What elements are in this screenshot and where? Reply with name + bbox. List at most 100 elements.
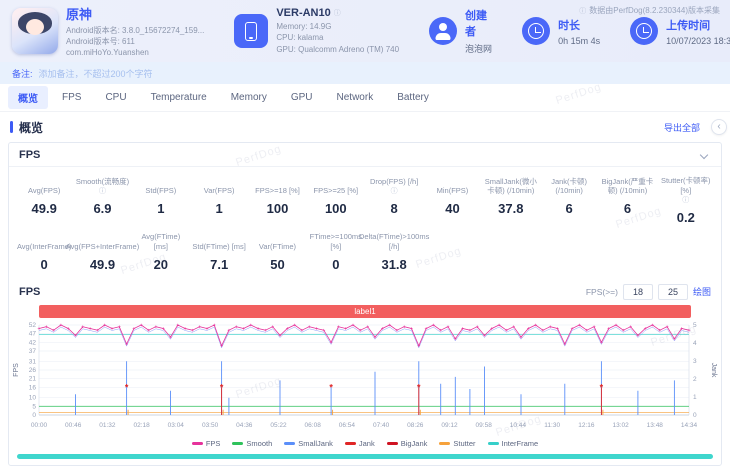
metric-label: FTime>=100ms [%] — [309, 232, 362, 251]
metric-std-ftime-ms: Std(FTime) [ms] 7.1 — [190, 232, 248, 272]
metric-avg-ftime-ms: Avg(FTime) [ms] 20 — [132, 232, 190, 272]
y-tick-right: 4 — [693, 340, 697, 347]
chart-scrollbar[interactable] — [17, 453, 713, 459]
creator-info: 创建者 泡泡网 — [429, 7, 492, 55]
metric-min-fps: Min(FPS) 40 — [423, 176, 481, 225]
x-tick: 08:26 — [407, 422, 424, 429]
chevron-down-icon[interactable] — [699, 150, 709, 159]
x-tick: 05:22 — [270, 422, 287, 429]
legend-fps[interactable]: FPS — [191, 439, 220, 448]
plot-action-link[interactable]: 绘图 — [693, 285, 711, 298]
x-tick: 09:58 — [476, 422, 493, 429]
y-tick-right: 0 — [693, 412, 697, 419]
y-tick-left: 5 — [32, 403, 36, 410]
tab-network[interactable]: Network — [327, 88, 384, 107]
legend-jank[interactable]: Jank — [344, 439, 375, 448]
app-name: 原神 — [66, 6, 93, 22]
x-tick: 13:48 — [647, 422, 664, 429]
metric-value: 50 — [270, 256, 285, 272]
y-axis-label-left: FPS — [13, 362, 20, 376]
legend-bigjank[interactable]: BigJank — [386, 439, 427, 448]
metric-bigjank-10min: BigJank(严重卡顿) (/10min) 6 — [598, 176, 656, 225]
x-tick: 06:54 — [339, 422, 356, 429]
collected-by: ⓘ 数据由PerfDog(8.2.230344)版本采集 — [579, 5, 720, 16]
jank-marker: * — [329, 382, 333, 392]
metric-value: 49.9 — [89, 256, 116, 272]
phone-glyph — [245, 21, 258, 41]
metric-avg-fps: Avg(FPS) 49.9 — [15, 176, 73, 225]
y-tick-right: 2 — [693, 376, 697, 383]
legend-label: InterFrame — [501, 438, 539, 448]
y-tick-left: 52 — [29, 322, 37, 329]
legend-smooth[interactable]: Smooth — [232, 439, 272, 448]
metric-label: Avg(FTime) [ms] — [141, 232, 181, 251]
sidebar-collapse-button[interactable]: ‹ — [711, 119, 727, 135]
metric-label: Avg(FPS+InterFrame) — [65, 241, 140, 251]
metric-stutter: Stutter(卡顿率) [%] ⓘ 0.2 — [657, 176, 715, 225]
note-bar[interactable]: 备注: 添加备注，不超过200个字符 — [0, 62, 730, 84]
export-all-link[interactable]: 导出全部 — [664, 121, 700, 134]
tab-battery[interactable]: Battery — [387, 88, 439, 107]
metric-label: Jank(卡顿) (/10min) — [551, 176, 588, 196]
x-tick: 12:16 — [578, 422, 595, 429]
creator-label: 创建者 — [465, 10, 488, 38]
device-gpu: GPU: Qualcomm Adreno (TM) 740 — [276, 44, 400, 54]
metric-label: BigJank(严重卡顿) (/10min) — [601, 176, 654, 196]
metric-delta-ftime-100ms-h: Delta(FTime)>100ms [/h] 31.8 — [359, 232, 429, 272]
legend-interframe[interactable]: InterFrame — [487, 438, 539, 448]
metric-value: 6 — [565, 201, 573, 216]
metric-smalljank-10min: SmallJank(微小卡顿) (/10min) 37.8 — [482, 176, 540, 225]
y-tick-left: 10 — [29, 394, 37, 401]
device-cpu: CPU: kalama — [276, 33, 324, 43]
metric-label: Std(FTime) [ms] — [192, 241, 246, 251]
fps-threshold-input-2[interactable] — [657, 283, 688, 300]
x-tick: 04:36 — [236, 422, 253, 429]
x-tick: 10:44 — [510, 422, 527, 429]
app-package: com.miHoYo.Yuanshen — [66, 48, 149, 58]
tab-temperature[interactable]: Temperature — [141, 88, 217, 107]
info-icon: ⓘ — [98, 187, 106, 195]
metric-std-fps: Std(FPS) 1 — [132, 176, 190, 225]
tab-cpu[interactable]: CPU — [95, 88, 136, 107]
duration-label: 时长 — [558, 19, 581, 32]
x-tick: 00:00 — [31, 422, 48, 429]
metric-value: 6 — [623, 201, 632, 216]
fps-chart[interactable]: 52474237312621161050543210FPS Jank00:00 00… — [9, 320, 721, 438]
metric-value: 100 — [266, 201, 289, 216]
metric-value: 40 — [445, 201, 460, 216]
creator-value: 泡泡网 — [465, 44, 493, 54]
legend-smalljank[interactable]: SmallJank — [284, 439, 333, 448]
legend-swatch — [344, 441, 356, 445]
fps-panel: FPS Avg(FPS) 49.9 Smooth(流畅度) ⓘ 6.9 Std(FPS) 1… — [8, 142, 722, 466]
tab-gpu[interactable]: GPU — [281, 88, 323, 107]
metric-label: Avg(FPS) — [27, 186, 61, 196]
metric-fps-25: FPS>=25 [%] 100 — [307, 176, 365, 225]
upload-time-icon — [630, 17, 659, 45]
legend-swatch — [232, 441, 244, 445]
device-name-text: VER-AN10 — [276, 7, 331, 20]
y-tick-left: 42 — [29, 339, 37, 346]
info-icon: ⓘ — [682, 196, 690, 204]
collected-by-text: 数据由PerfDog(8.2.230344)版本采集 — [589, 6, 720, 15]
info-icon: ⓘ — [333, 10, 341, 18]
metric-var-ftime: Var(FTime) 50 — [248, 232, 306, 272]
metric-label: Std(FPS) — [145, 186, 177, 196]
fps-threshold-input-1[interactable] — [622, 283, 653, 300]
tab-nav-0[interactable]: 概览 — [8, 86, 48, 109]
section-title: 概览 — [19, 120, 44, 135]
metric-label: Min(FPS) — [436, 186, 469, 196]
metric-value: 100 — [324, 201, 347, 216]
app-icon — [12, 8, 58, 54]
clock-icon — [522, 17, 551, 45]
fps-threshold-label: FPS(>=) — [585, 286, 618, 297]
tab-memory[interactable]: Memory — [221, 88, 277, 107]
legend-swatch — [439, 441, 451, 445]
metric-drop-fps-h: Drop(FPS) [/h] ⓘ 8 — [365, 176, 423, 225]
metric-label: Smooth(流畅度) ⓘ — [75, 176, 130, 195]
tab-fps[interactable]: FPS — [52, 88, 91, 107]
legend-stutter[interactable]: Stutter — [439, 439, 476, 448]
legend-swatch — [284, 441, 296, 445]
y-tick-left: 16 — [29, 384, 37, 391]
metric-value: 37.8 — [498, 201, 524, 216]
metric-value: 0.2 — [676, 209, 695, 225]
